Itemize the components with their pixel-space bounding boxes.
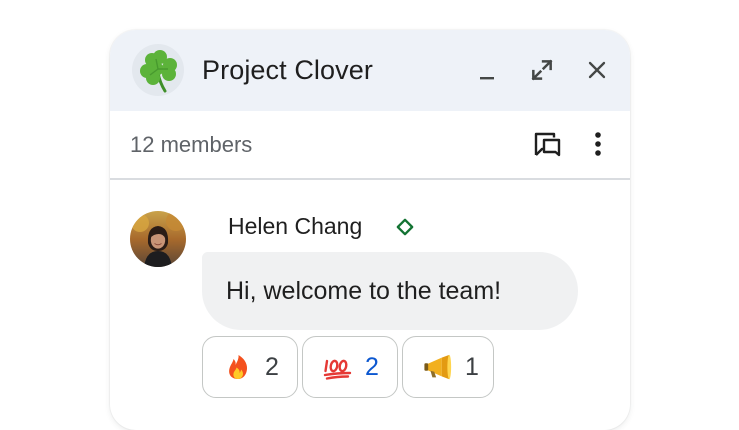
minimize-button[interactable]	[469, 52, 505, 88]
shamrock-icon	[132, 44, 184, 96]
sender-name[interactable]: Helen Chang	[228, 213, 362, 240]
chat-subheader: 12 members	[110, 111, 630, 180]
pop-out-button[interactable]	[524, 52, 560, 88]
chat-titlebar: Project Clover	[110, 30, 630, 111]
close-icon	[588, 61, 606, 79]
fire-emoji	[223, 352, 253, 382]
minimize-icon	[480, 77, 494, 80]
reaction-count: 2	[265, 352, 279, 381]
more-options-icon	[595, 132, 601, 156]
reaction-count: 2	[365, 352, 379, 381]
reaction-fire[interactable]: 2	[202, 336, 298, 398]
reaction-megaphone[interactable]: 1	[402, 336, 494, 398]
room-title: Project Clover	[202, 55, 373, 85]
megaphone-emoji	[423, 352, 453, 382]
message-text: Hi, welcome to the team!	[226, 276, 502, 305]
pop-out-icon	[531, 59, 553, 81]
threads-button[interactable]	[528, 125, 566, 163]
close-button[interactable]	[579, 52, 615, 88]
open-in-threads-icon	[534, 132, 561, 157]
message-bubble[interactable]: Hi, welcome to the team!	[202, 252, 578, 330]
avatar[interactable]	[130, 211, 186, 267]
reaction-hundred[interactable]: 2	[302, 336, 398, 398]
chat-window: Project Clover 12 members Helen Chang Hi…	[110, 30, 630, 430]
member-count[interactable]: 12 members	[130, 132, 252, 158]
reaction-count: 1	[465, 352, 479, 381]
verified-diamond-icon	[396, 218, 414, 236]
more-options-button[interactable]	[579, 125, 617, 163]
hundred-points-emoji	[323, 352, 353, 382]
